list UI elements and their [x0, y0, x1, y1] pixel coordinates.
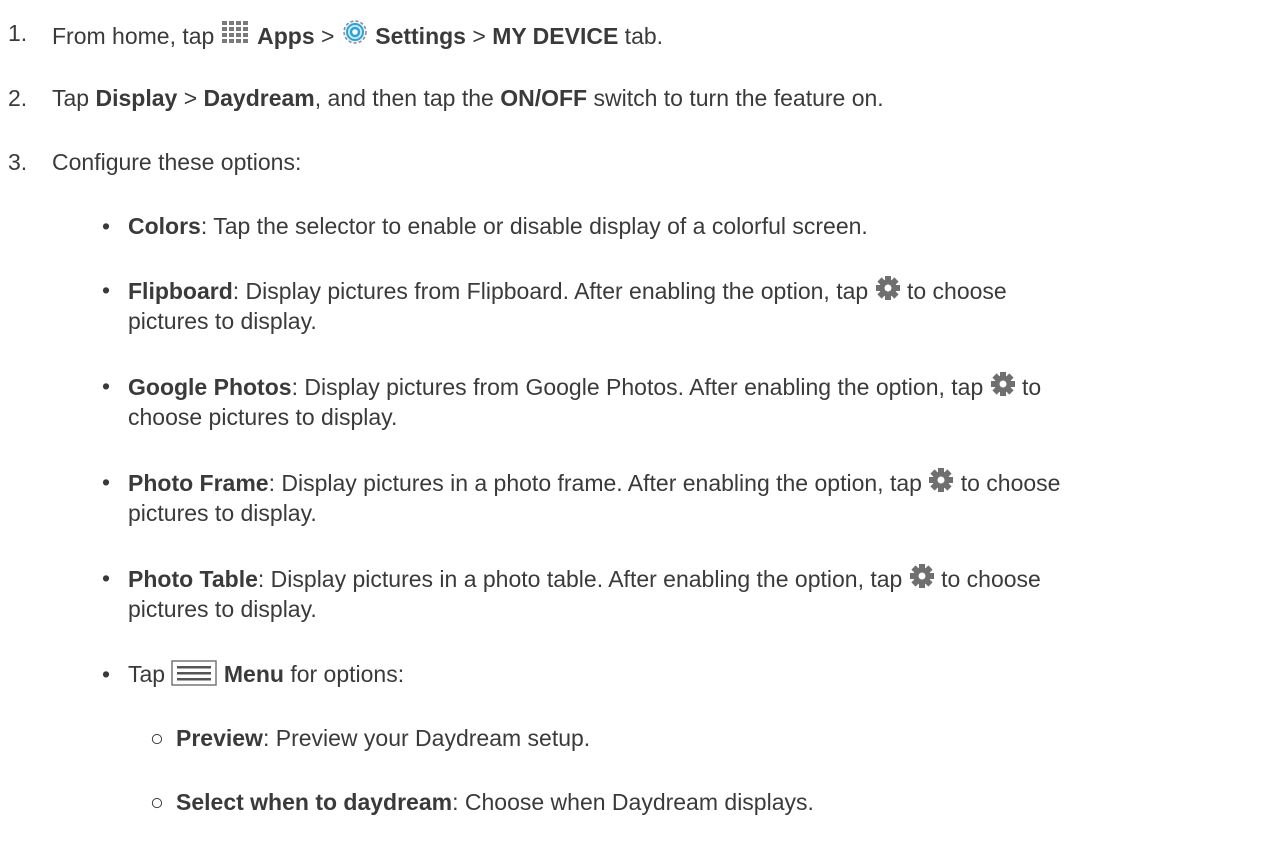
bullet: •	[102, 277, 111, 303]
option-title: Google Photos	[128, 374, 292, 400]
option-text: Photo Frame: Display pictures in a photo…	[128, 467, 1250, 528]
gear-icon	[875, 276, 900, 300]
option-text: Tap Menu for options:	[128, 659, 1250, 689]
my-device-tab-label: MY DEVICE	[492, 23, 619, 49]
gear-icon	[990, 372, 1015, 396]
on-off-label: ON/OFF	[500, 85, 588, 111]
step-text-part: tab.	[618, 23, 664, 49]
gear-icon	[929, 468, 954, 492]
option-desc: pictures to display.	[128, 596, 317, 622]
step-text: Tap Display > Daydream, and then tap the…	[52, 83, 884, 113]
option-desc: : Display pictures from Google Photos. A…	[291, 374, 990, 400]
daydream-label: Daydream	[203, 85, 315, 111]
separator: >	[314, 23, 341, 49]
display-label: Display	[95, 85, 178, 111]
option-desc: to choose	[954, 470, 1061, 496]
option-text: Preview: Preview your Daydream setup.	[176, 723, 590, 753]
step-number: 3.	[8, 149, 28, 175]
option-desc: choose pictures to display.	[128, 404, 398, 430]
step-text: From home, tap Apps > Settings > MY DEVI…	[52, 18, 663, 51]
step-text-part: From home, tap	[52, 23, 221, 49]
settings-label: Settings	[375, 23, 466, 49]
option-desc: to choose	[934, 566, 1041, 592]
option-desc: : Preview your Daydream setup.	[262, 725, 591, 751]
option-desc: to	[1015, 374, 1042, 400]
sub-bullet: ○	[150, 725, 164, 751]
bullet: •	[102, 469, 111, 495]
option-title: Photo Table	[128, 566, 258, 592]
option-desc: to choose	[900, 278, 1007, 304]
step-number: 1.	[8, 20, 28, 46]
bullet: •	[102, 565, 111, 591]
option-title: Colors	[128, 213, 201, 239]
separator: >	[177, 85, 204, 111]
option-desc: : Choose when Daydream displays.	[452, 789, 814, 815]
option-title: Preview	[176, 725, 263, 751]
option-text: Google Photos: Display pictures from Goo…	[128, 371, 1250, 432]
separator: >	[465, 23, 493, 49]
menu-icon	[171, 660, 218, 686]
option-text: Photo Table: Display pictures in a photo…	[128, 563, 1250, 624]
option-desc: pictures to display.	[128, 500, 317, 526]
step-text-part: switch to turn the feature on.	[587, 85, 884, 111]
step-text: Configure these options:	[52, 149, 302, 175]
step-text-part: Tap	[52, 85, 96, 111]
option-desc: : Display pictures in a photo frame. Aft…	[268, 470, 929, 496]
option-text: Colors: Tap the selector to enable or di…	[128, 211, 1250, 241]
bullet: •	[102, 661, 111, 687]
step-text-part: , and then tap the	[314, 85, 501, 111]
menu-label: Menu	[223, 661, 284, 687]
option-title: Photo Frame	[128, 470, 269, 496]
settings-gear-icon	[343, 20, 367, 44]
gear-icon	[909, 564, 934, 588]
option-desc: : Display pictures from Flipboard. After…	[232, 278, 875, 304]
option-title: Select when to daydream	[176, 789, 453, 815]
sub-bullet: ○	[150, 789, 164, 815]
bullet: •	[102, 373, 111, 399]
option-title: Flipboard	[128, 278, 233, 304]
apps-grid-icon	[221, 21, 248, 43]
option-desc: : Tap the selector to enable or disable …	[200, 213, 868, 239]
option-desc: : Display pictures in a photo table. Aft…	[257, 566, 909, 592]
option-text: Flipboard: Display pictures from Flipboa…	[128, 275, 1250, 336]
menu-post: for options:	[283, 661, 405, 687]
apps-label: Apps	[257, 23, 315, 49]
option-desc: pictures to display.	[128, 308, 317, 334]
option-text: Select when to daydream: Choose when Day…	[176, 787, 814, 817]
menu-pre: Tap	[128, 661, 172, 687]
step-number: 2.	[8, 85, 28, 111]
bullet: •	[102, 213, 111, 239]
